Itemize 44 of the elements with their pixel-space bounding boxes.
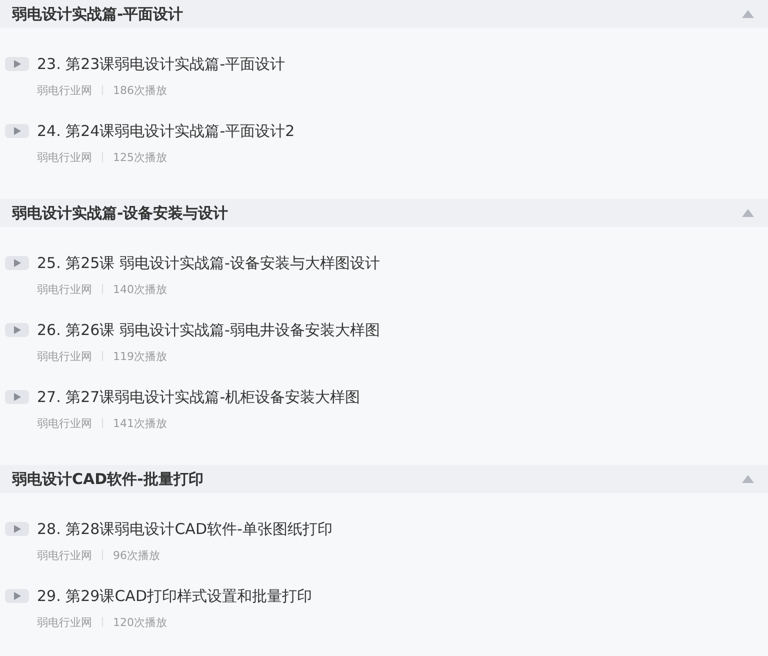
play-count: 186次播放 bbox=[113, 82, 167, 98]
play-button[interactable] bbox=[5, 390, 29, 404]
play-icon bbox=[13, 127, 21, 135]
lesson-title[interactable]: 25. 第25课 弱电设计实战篇-设备安装与大样图设计 bbox=[37, 254, 380, 272]
play-icon bbox=[13, 592, 21, 600]
section-title: 弱电设计实战篇-平面设计 bbox=[12, 4, 184, 24]
lesson-title[interactable]: 28. 第28课弱电设计CAD软件-单张图纸打印 bbox=[37, 520, 332, 538]
lesson-source: 弱电行业网 bbox=[37, 614, 92, 630]
lesson-source: 弱电行业网 bbox=[37, 82, 92, 98]
play-button[interactable] bbox=[5, 124, 29, 138]
lesson-title[interactable]: 26. 第26课 弱电设计实战篇-弱电井设备安装大样图 bbox=[37, 320, 380, 340]
play-icon bbox=[13, 259, 21, 267]
lesson-title[interactable]: 24. 第24课弱电设计实战篇-平面设计2 bbox=[37, 122, 295, 140]
play-count: 140次播放 bbox=[113, 282, 167, 296]
lesson-source: 弱电行业网 bbox=[37, 150, 92, 164]
play-count: 125次播放 bbox=[113, 150, 167, 164]
play-button[interactable] bbox=[5, 522, 29, 536]
collapse-icon[interactable] bbox=[742, 475, 754, 483]
collapse-icon[interactable] bbox=[742, 10, 754, 18]
lesson-source: 弱电行业网 bbox=[37, 282, 92, 296]
play-button[interactable] bbox=[5, 57, 29, 71]
play-icon bbox=[13, 393, 21, 401]
lesson-title[interactable]: 23. 第23课弱电设计实战篇-平面设计 bbox=[37, 54, 286, 74]
play-count: 120次播放 bbox=[113, 614, 167, 630]
play-icon bbox=[13, 525, 21, 533]
lesson-title[interactable]: 29. 第29课CAD打印样式设置和批量打印 bbox=[37, 586, 312, 606]
section-header[interactable]: 弱电设计实战篇-平面设计 bbox=[0, 0, 768, 28]
section-title: 弱电设计CAD软件-批量打印 bbox=[12, 470, 204, 488]
play-count: 119次播放 bbox=[113, 348, 167, 364]
play-button[interactable] bbox=[5, 256, 29, 270]
play-icon bbox=[13, 60, 21, 68]
lesson-source: 弱电行业网 bbox=[37, 416, 92, 430]
play-button[interactable] bbox=[5, 323, 29, 337]
section-header[interactable]: 弱电设计CAD软件-批量打印 bbox=[0, 465, 768, 493]
play-count: 141次播放 bbox=[113, 416, 167, 430]
lesson-source: 弱电行业网 bbox=[37, 348, 92, 364]
play-icon bbox=[13, 326, 21, 334]
section-header[interactable]: 弱电设计实战篇-设备安装与设计 bbox=[0, 199, 768, 227]
section-title: 弱电设计实战篇-设备安装与设计 bbox=[12, 204, 228, 222]
play-button[interactable] bbox=[5, 589, 29, 603]
lesson-title[interactable]: 27. 第27课弱电设计实战篇-机柜设备安装大样图 bbox=[37, 388, 360, 406]
collapse-icon[interactable] bbox=[742, 209, 754, 217]
play-count: 96次播放 bbox=[113, 548, 160, 562]
lesson-source: 弱电行业网 bbox=[37, 548, 92, 562]
